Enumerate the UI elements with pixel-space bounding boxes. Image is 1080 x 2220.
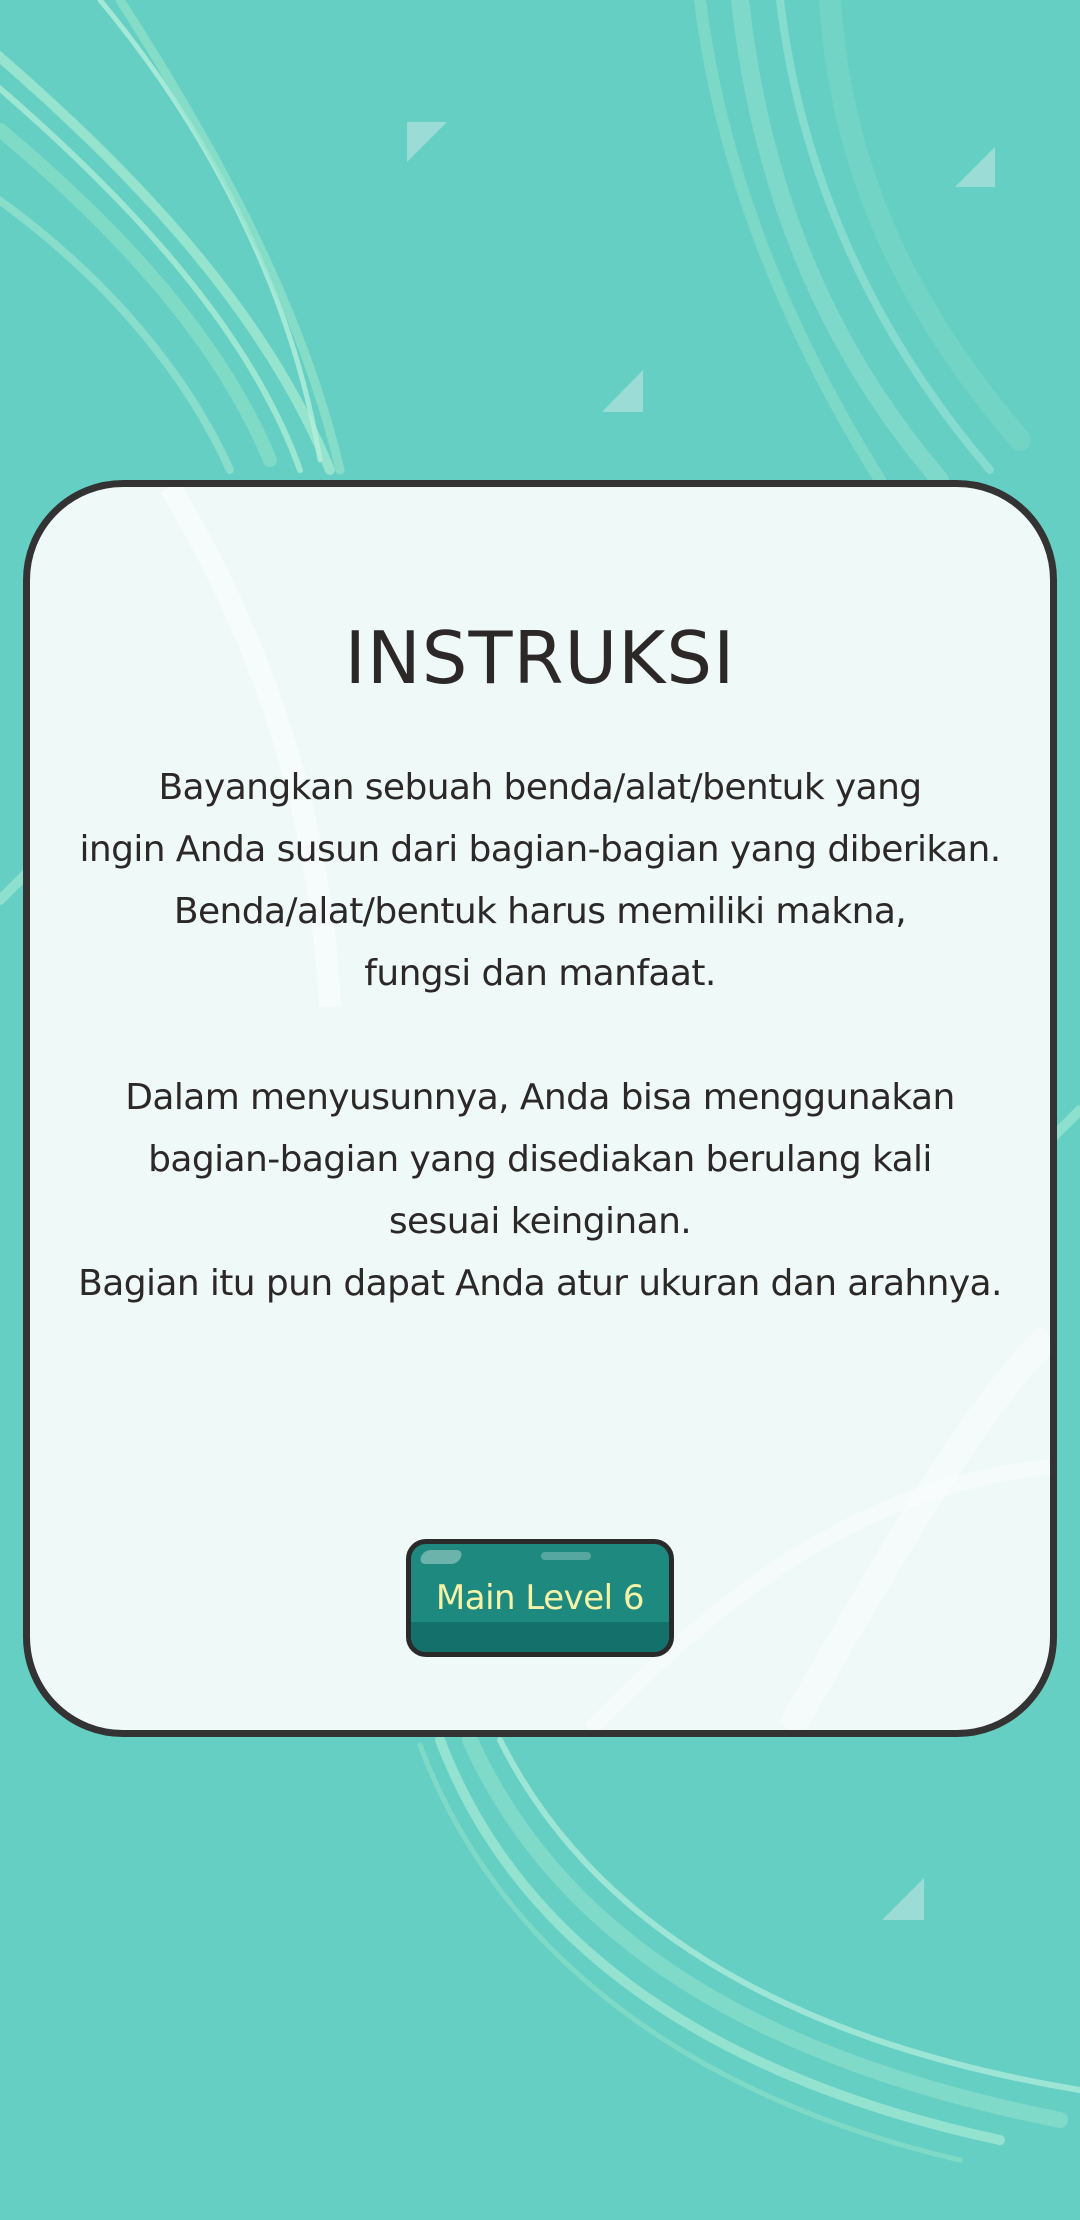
brush-stroke-top-right: [694, 0, 1031, 489]
instruction-line: Dalam menyusunnya, Anda bisa menggunakan: [125, 1077, 955, 1118]
triangle-decoration: [407, 122, 447, 162]
instruction-line: Bayangkan sebuah benda/alat/bentuk yang: [158, 767, 922, 808]
instruction-screen: INSTRUKSI Bayangkan sebuah benda/alat/be…: [0, 0, 1080, 2220]
instruction-line: ingin Anda susun dari bagian-bagian yang…: [79, 829, 1001, 870]
play-level-button[interactable]: Main Level 6: [406, 1539, 674, 1657]
instruction-line: bagian-bagian yang disediakan berulang k…: [148, 1139, 932, 1180]
play-level-button-label: Main Level 6: [435, 1578, 645, 1618]
instruction-line: fungsi dan manfaat.: [364, 953, 716, 994]
triangle-decoration: [882, 1878, 924, 1920]
instruction-card: INSTRUKSI Bayangkan sebuah benda/alat/be…: [23, 480, 1057, 1737]
instruction-line: Bagian itu pun dapat Anda atur ukuran da…: [78, 1263, 1002, 1304]
instruction-line: Benda/alat/bentuk harus memiliki makna,: [173, 891, 907, 932]
instruction-title: INSTRUKSI: [344, 616, 736, 700]
triangle-decoration: [602, 370, 643, 412]
instruction-line: sesuai keinginan.: [388, 1201, 692, 1242]
brush-stroke-top-left: [0, 0, 345, 475]
brush-stroke-bottom: [417, 1732, 1080, 2163]
triangle-decoration: [955, 147, 995, 187]
instruction-text: Bayangkan sebuah benda/alat/bentuk yang …: [30, 757, 1050, 1315]
